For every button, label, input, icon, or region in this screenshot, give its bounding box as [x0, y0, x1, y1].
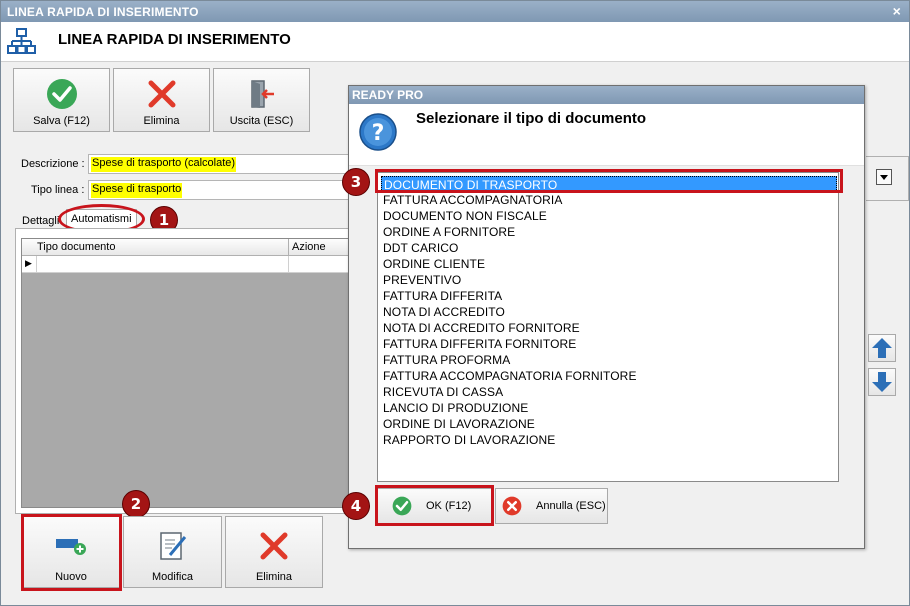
list-item[interactable]: NOTA DI ACCREDITO FORNITORE [381, 320, 582, 336]
row-divider-1 [36, 256, 37, 273]
window-titlebar: LINEA RAPIDA DI INSERIMENTO × [1, 1, 909, 22]
row-divider-2 [288, 256, 289, 273]
step-badge-3: 3 [342, 168, 370, 196]
step-badge-4: 4 [342, 492, 370, 520]
list-item[interactable]: FATTURA PROFORMA [381, 352, 512, 368]
close-icon[interactable]: × [893, 3, 901, 19]
edit-icon [159, 532, 186, 560]
tab-details-label: Dettagli [22, 215, 60, 227]
save-button[interactable]: Salva (F12) [13, 68, 110, 132]
window-icon [7, 28, 36, 54]
edit-button[interactable]: Modifica [123, 516, 222, 588]
bottom-delete-button[interactable]: Elimina [225, 516, 323, 588]
cancel-button-label: Annulla (ESC) [536, 500, 606, 512]
list-item[interactable]: FATTURA ACCOMPAGNATORIA FORNITORE [381, 368, 639, 384]
tipo-linea-field[interactable]: Spese di trasporto [88, 180, 350, 200]
col-tipo-documento[interactable]: Tipo documento [37, 241, 115, 253]
automations-grid[interactable]: Tipo documento Azione ▶ [21, 238, 351, 508]
list-item[interactable]: FATTURA DIFFERITA [381, 288, 504, 304]
table-row[interactable]: ▶ [22, 256, 350, 273]
highlight-box-selected-item [375, 169, 843, 193]
descrizione-value: Spese di trasporto (calcolate) [91, 157, 237, 172]
page-title: LINEA RAPIDA DI INSERIMENTO [58, 31, 291, 48]
exit-door-icon [250, 80, 274, 108]
list-item[interactable]: FATTURA ACCOMPAGNATORIA [381, 192, 564, 208]
check-icon [46, 79, 77, 109]
bottom-delete-button-label: Elimina [255, 571, 293, 583]
highlight-box-ok [375, 485, 494, 526]
dialog-title: READY PRO [352, 88, 424, 102]
cancel-button[interactable]: Annulla (ESC) [495, 488, 608, 524]
question-icon: ? [359, 113, 397, 151]
document-type-dialog: READY PRO ? Selezionare il tipo di docum… [348, 85, 865, 549]
list-item[interactable]: PREVENTIVO [381, 272, 463, 288]
list-item[interactable]: RICEVUTA DI CASSA [381, 384, 505, 400]
dialog-titlebar: READY PRO [349, 86, 864, 104]
arrow-up-icon [872, 338, 892, 358]
col-divider [288, 239, 289, 256]
x-icon [148, 80, 175, 108]
list-item[interactable]: NOTA DI ACCREDITO [381, 304, 507, 320]
col-azione[interactable]: Azione [292, 241, 326, 253]
list-item[interactable]: ORDINE CLIENTE [381, 256, 487, 272]
highlight-box-new [21, 514, 122, 591]
window-title: LINEA RAPIDA DI INSERIMENTO [7, 5, 199, 19]
list-item[interactable]: DDT CARICO [381, 240, 460, 256]
dialog-message: Selezionare il tipo di documento [416, 110, 647, 127]
row-indicator-icon: ▶ [25, 258, 32, 268]
exit-button[interactable]: Uscita (ESC) [213, 68, 310, 132]
edit-button-label: Modifica [152, 571, 193, 583]
arrow-down-icon [872, 372, 892, 392]
list-item[interactable]: FATTURA DIFFERITA FORNITORE [381, 336, 578, 352]
step-badge-2: 2 [122, 490, 150, 518]
delete-button-label: Elimina [143, 115, 180, 127]
move-down-button[interactable] [868, 368, 896, 396]
tipo-linea-label: Tipo linea : [31, 184, 85, 196]
descrizione-field[interactable]: Spese di trasporto (calcolate) [88, 154, 350, 174]
move-up-button[interactable] [868, 334, 896, 362]
exit-button-label: Uscita (ESC) [229, 115, 294, 127]
window-header: LINEA RAPIDA DI INSERIMENTO [1, 22, 909, 62]
list-item[interactable]: LANCIO DI PRODUZIONE [381, 400, 530, 416]
save-button-label: Salva (F12) [33, 115, 90, 127]
descrizione-label: Descrizione : [21, 158, 85, 170]
svg-text:?: ? [372, 121, 385, 146]
document-type-list[interactable]: DOCUMENTO DI TRASPORTO FATTURA ACCOMPAGNA… [377, 172, 839, 482]
dialog-header: ? Selezionare il tipo di documento [349, 104, 864, 166]
list-item[interactable]: DOCUMENTO NON FISCALE [381, 208, 549, 224]
delete-button[interactable]: Elimina [113, 68, 210, 132]
tipo-linea-value: Spese di trasporto [91, 183, 183, 198]
list-item[interactable]: RAPPORTO DI LAVORAZIONE [381, 432, 557, 448]
grid-header: Tipo documento Azione [22, 239, 350, 256]
dropdown-icon[interactable] [876, 169, 892, 185]
list-item[interactable]: ORDINE A FORNITORE [381, 224, 517, 240]
x-icon [502, 496, 522, 516]
x-icon [260, 532, 288, 560]
list-item[interactable]: ORDINE DI LAVORAZIONE [381, 416, 537, 432]
